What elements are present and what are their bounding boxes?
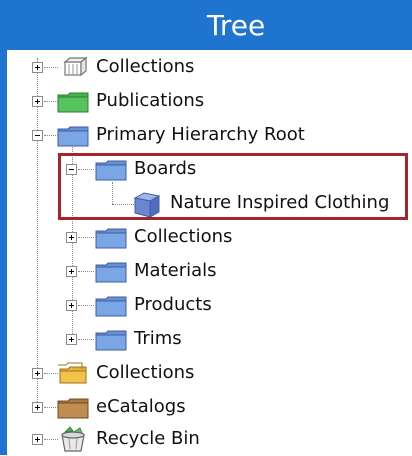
tree-item-label: Products xyxy=(134,294,212,315)
tree-item-label: Trims xyxy=(134,328,182,349)
tree-connector xyxy=(78,339,94,340)
tree-item-label: Collections xyxy=(96,56,195,77)
tree-item-label: Primary Hierarchy Root xyxy=(96,124,305,145)
tree-connector xyxy=(78,271,94,272)
tree-item-label: Collections xyxy=(134,226,233,247)
tree-item-products[interactable]: Products xyxy=(0,288,412,322)
tree-connector xyxy=(44,67,58,68)
tree-item-primary-hierarchy-root[interactable]: Primary Hierarchy Root xyxy=(0,118,412,152)
expand-toggle-icon[interactable] xyxy=(66,334,77,345)
tree-item-label: Materials xyxy=(134,260,217,281)
tree-item-materials[interactable]: Materials xyxy=(0,254,412,288)
tree-item-collections[interactable]: Collections xyxy=(0,50,412,84)
tree-item-collections-child[interactable]: Collections xyxy=(0,220,412,254)
tree-item-ecatalogs[interactable]: eCatalogs xyxy=(0,390,412,424)
collapse-toggle-icon[interactable] xyxy=(32,130,43,141)
expand-toggle-icon[interactable] xyxy=(66,232,77,243)
blue-folder-icon xyxy=(95,228,127,249)
tree-view: Collections Publications Primary Hierarc… xyxy=(0,50,412,455)
tree-connector xyxy=(78,237,94,238)
tree-panel: Tree Collections Publications Primary Hi… xyxy=(0,0,412,455)
expand-toggle-icon[interactable] xyxy=(32,434,43,445)
panel-title: Tree xyxy=(206,8,266,42)
panel-title-bar: Tree xyxy=(0,0,412,50)
expand-toggle-icon[interactable] xyxy=(32,62,43,73)
expand-toggle-icon[interactable] xyxy=(32,368,43,379)
tree-item-label: eCatalogs xyxy=(96,396,186,417)
tree-item-label: Recycle Bin xyxy=(96,428,200,449)
expand-toggle-icon[interactable] xyxy=(66,266,77,277)
collection-outline-icon xyxy=(63,56,88,77)
tree-item-trims[interactable]: Trims xyxy=(0,322,412,356)
tree-item-publications[interactable]: Publications xyxy=(0,84,412,118)
selection-highlight-box xyxy=(58,153,408,220)
recycle-bin-icon xyxy=(61,426,85,452)
green-folder-icon xyxy=(57,92,89,113)
yellow-folder-stack-icon xyxy=(58,362,87,384)
brown-folder-icon xyxy=(57,398,89,419)
tree-item-collections-yellow[interactable]: Collections xyxy=(0,356,412,390)
tree-item-label: Collections xyxy=(96,362,195,383)
blue-folder-icon xyxy=(95,296,127,317)
expand-toggle-icon[interactable] xyxy=(66,300,77,311)
tree-item-label: Publications xyxy=(96,90,205,111)
blue-folder-icon xyxy=(95,330,127,351)
expand-toggle-icon[interactable] xyxy=(32,402,43,413)
tree-connector xyxy=(78,305,94,306)
blue-folder-icon xyxy=(57,126,89,147)
blue-folder-icon xyxy=(95,262,127,283)
expand-toggle-icon[interactable] xyxy=(32,96,43,107)
tree-item-recycle-bin[interactable]: Recycle Bin xyxy=(0,422,412,456)
